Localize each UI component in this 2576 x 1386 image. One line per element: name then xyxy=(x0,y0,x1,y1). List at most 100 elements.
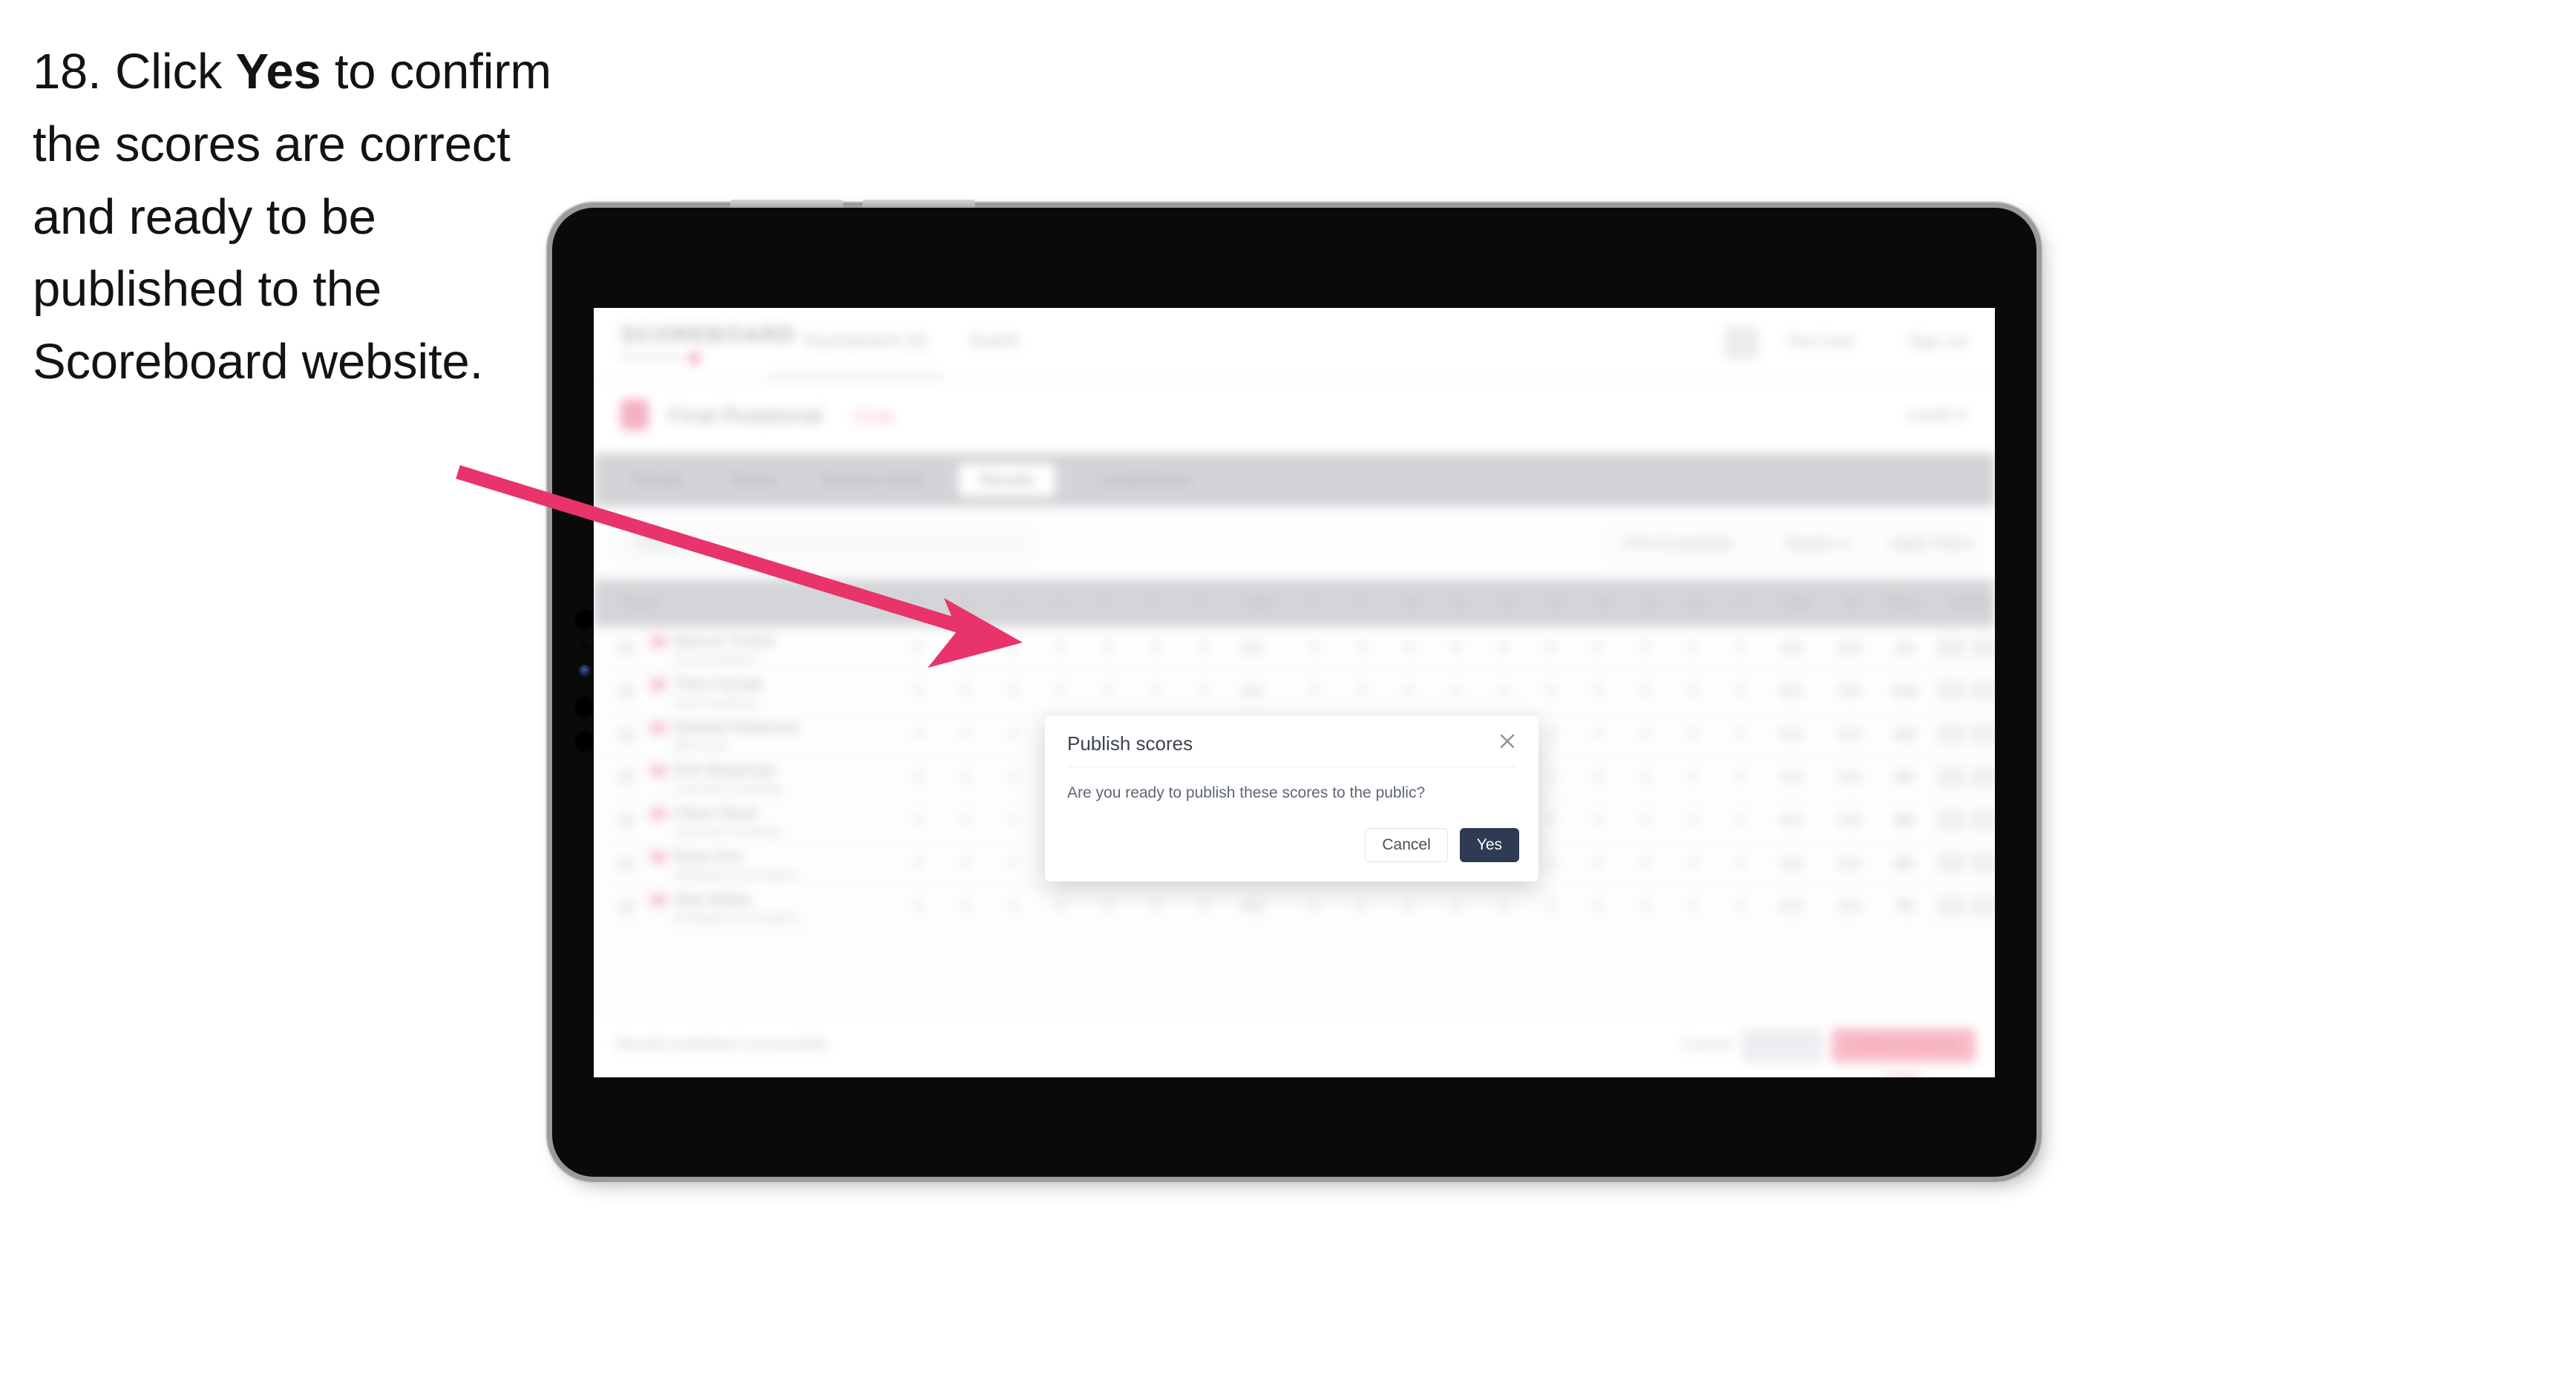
close-icon[interactable] xyxy=(1494,728,1521,755)
score-cell[interactable]: 0 xyxy=(1679,683,1708,700)
score-cell[interactable]: 0 xyxy=(904,769,934,786)
score-cell[interactable]: 0 xyxy=(1584,769,1613,786)
score-cell[interactable]: 0 xyxy=(1299,899,1328,915)
score-cell[interactable]: 0 xyxy=(1726,855,1756,872)
publish-scores-button[interactable]: Publish Scores to Public xyxy=(1832,1028,1976,1077)
score-cell[interactable]: 0 xyxy=(1346,899,1376,915)
score-cell[interactable]: 0 xyxy=(904,899,934,915)
tab-session-order[interactable]: Session Order xyxy=(803,464,944,496)
score-cell[interactable]: 0 xyxy=(1536,640,1566,657)
score-cell[interactable]: 0 xyxy=(951,855,981,872)
score-cell[interactable]: 0 xyxy=(1726,726,1756,743)
delete-button[interactable] xyxy=(1971,766,1995,787)
score-cell[interactable]: 0 xyxy=(1536,812,1566,829)
update-button[interactable] xyxy=(1937,637,1965,658)
nav-tournament[interactable]: Tournament (4) xyxy=(802,330,928,352)
score-cell[interactable]: 0 xyxy=(1094,899,1124,915)
yes-button[interactable]: Yes xyxy=(1459,828,1519,862)
score-cell[interactable]: 0 xyxy=(1679,726,1708,743)
score-cell[interactable]: 0 xyxy=(1631,769,1661,786)
score-cell[interactable]: 0 xyxy=(904,855,934,872)
score-cell[interactable]: 0 xyxy=(1726,899,1756,915)
delete-button[interactable] xyxy=(1971,723,1995,744)
score-cell[interactable]: 0 xyxy=(951,683,981,700)
update-button[interactable] xyxy=(1937,680,1965,701)
score-cell[interactable]: 0 xyxy=(1046,899,1076,915)
volume-up-button[interactable] xyxy=(730,200,843,208)
row-checkbox[interactable] xyxy=(619,684,634,699)
score-cell[interactable]: 0 xyxy=(1726,683,1756,700)
update-button[interactable] xyxy=(1937,809,1965,830)
score-cell[interactable]: 0 xyxy=(1584,899,1613,915)
score-cell[interactable]: 0 xyxy=(1584,855,1613,872)
score-cell[interactable]: 0 xyxy=(999,769,1029,786)
delete-button[interactable] xyxy=(1971,637,1995,658)
score-cell[interactable]: 0 xyxy=(1631,726,1661,743)
score-cell[interactable]: 0 xyxy=(1726,769,1756,786)
sign-out-link[interactable]: Sign out xyxy=(1908,332,1968,351)
score-cell[interactable]: 0 xyxy=(1141,640,1171,657)
update-button[interactable] xyxy=(1937,896,1965,916)
score-cell[interactable]: 0 xyxy=(999,683,1029,700)
score-cell[interactable]: 0 xyxy=(999,899,1029,915)
score-cell[interactable]: 0 xyxy=(951,769,981,786)
print-scoresheet-button[interactable]: Print Scoresheet xyxy=(1607,524,1749,564)
score-cell[interactable]: 0 xyxy=(1441,640,1471,657)
cancel-button[interactable]: Cancel xyxy=(1365,828,1448,862)
score-cell[interactable]: 0 xyxy=(951,812,981,829)
tab-details[interactable]: Details xyxy=(613,464,702,496)
update-button[interactable] xyxy=(1937,853,1965,873)
score-cell[interactable]: 0 xyxy=(1046,640,1076,657)
delete-button[interactable] xyxy=(1971,680,1995,701)
tab-teams[interactable]: Teams xyxy=(717,464,788,496)
score-cell[interactable]: 0 xyxy=(1679,899,1708,915)
row-checkbox[interactable] xyxy=(619,899,634,914)
score-cell[interactable]: 0 xyxy=(1679,855,1708,872)
score-cell[interactable]: 0 xyxy=(904,812,934,829)
row-checkbox[interactable] xyxy=(619,770,634,785)
score-cell[interactable]: 0 xyxy=(1394,683,1423,700)
score-cell[interactable]: 0 xyxy=(951,726,981,743)
score-cell[interactable]: 0 xyxy=(1046,683,1076,700)
row-checkbox[interactable] xyxy=(619,727,634,742)
apply-filters-button[interactable]: Apply Filters xyxy=(1885,524,1977,564)
nav-event[interactable]: Event xyxy=(971,330,1018,352)
delete-button[interactable] xyxy=(1971,896,1995,916)
table-row[interactable]: Theo Parsak Gym Academy 0 0 0 0 0 0 0 0.… xyxy=(594,670,1995,714)
score-cell[interactable]: 0 xyxy=(1536,726,1566,743)
score-cell[interactable]: 0 xyxy=(1584,726,1613,743)
score-cell[interactable]: 0 xyxy=(951,899,981,915)
score-cell[interactable]: 0 xyxy=(1584,640,1613,657)
score-cell[interactable]: 0 xyxy=(999,812,1029,829)
score-cell[interactable]: 0 xyxy=(904,726,934,743)
score-cell[interactable]: 0 xyxy=(1189,640,1219,657)
score-cell[interactable]: 0 xyxy=(1631,683,1661,700)
delete-button[interactable] xyxy=(1971,809,1995,830)
score-cell[interactable]: 0 xyxy=(1584,683,1613,700)
user-name[interactable]: Test User xyxy=(1786,332,1855,351)
score-cell[interactable]: 0 xyxy=(1679,769,1708,786)
score-cell[interactable]: 0 xyxy=(951,640,981,657)
row-checkbox[interactable] xyxy=(619,856,634,871)
update-button[interactable] xyxy=(1937,723,1965,744)
tab-results[interactable]: Results xyxy=(959,464,1055,496)
score-cell[interactable]: 0 xyxy=(999,726,1029,743)
score-cell[interactable]: 0 xyxy=(1394,640,1423,657)
tab-leaderboard[interactable]: Leaderboard xyxy=(1070,464,1219,496)
footer-cancel-link[interactable]: Cancel xyxy=(1682,1036,1731,1054)
score-cell[interactable]: 0 xyxy=(1489,640,1518,657)
score-cell[interactable]: 0 xyxy=(1584,812,1613,829)
score-cell[interactable]: 0 xyxy=(1726,640,1756,657)
save-all-button[interactable] xyxy=(1741,1028,1823,1063)
score-cell[interactable]: 0 xyxy=(1536,683,1566,700)
score-cell[interactable]: 0 xyxy=(1489,683,1518,700)
score-cell[interactable]: 0 xyxy=(1679,640,1708,657)
score-cell[interactable]: 0 xyxy=(1536,769,1566,786)
update-button[interactable] xyxy=(1937,766,1965,787)
score-cell[interactable]: 0 xyxy=(1726,812,1756,829)
score-cell[interactable]: 0 xyxy=(1631,812,1661,829)
row-checkbox[interactable] xyxy=(619,813,634,828)
score-cell[interactable]: 0 xyxy=(1189,683,1219,700)
score-cell[interactable]: 0 xyxy=(1094,683,1124,700)
session-select[interactable]: Session 1 xyxy=(1759,524,1876,564)
